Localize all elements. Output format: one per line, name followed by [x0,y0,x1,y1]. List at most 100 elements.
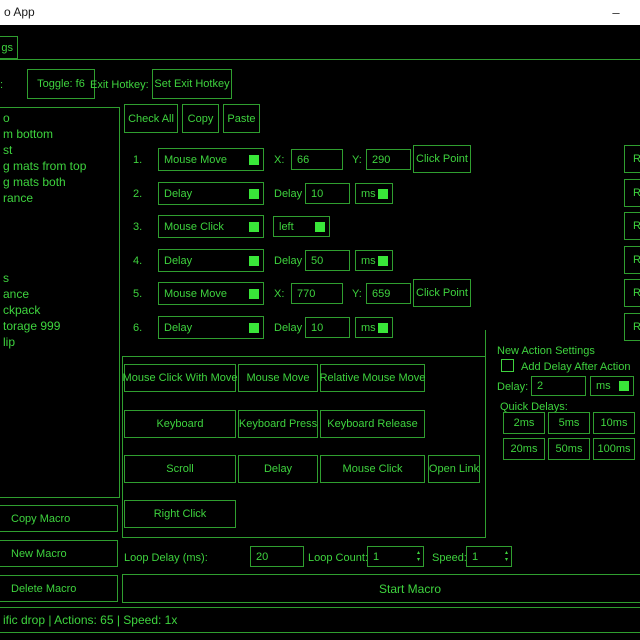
action-type-dropdown[interactable]: Mouse Move [158,148,264,171]
row-delay-label: Delay [274,254,302,268]
macro-list-item[interactable]: st [3,142,119,158]
settings-delay-unit-value: ms [596,380,611,392]
window-title: o App [4,5,35,19]
row-delay-unit-dropdown-value: ms [361,255,376,267]
loop-count-label: Loop Count: [308,551,368,565]
stepper-arrows-icon[interactable]: ▴▾ [505,548,508,565]
macro-list-item[interactable]: rance [3,190,119,206]
quick-delay-10ms-button[interactable]: 10ms [593,412,635,434]
macro-list-item[interactable] [3,254,119,270]
new-macro-button[interactable]: New Macro [0,540,118,567]
toggle-hotkey-label-fragment: : [0,78,3,92]
settings-delay-unit-dropdown[interactable]: ms [590,376,634,396]
remove-action-button[interactable]: R [624,279,640,307]
quick-delay-100ms-button[interactable]: 100ms [593,438,635,460]
row-delay-unit-dropdown-value: ms [361,322,376,334]
row-delay-input[interactable]: 50 [305,250,350,271]
macro-list-panel: om bottomstg mats from topg mats bothran… [0,107,120,498]
macro-list-item[interactable] [3,206,119,222]
action-row-number: 5. [133,287,142,301]
settings-delay-input[interactable]: 2 [531,376,586,396]
quick-delay-20ms-button[interactable]: 20ms [503,438,545,460]
remove-action-button[interactable]: R [624,313,640,341]
row-delay-input[interactable]: 10 [305,317,350,338]
action-rows-viewport: 1.Mouse MoveX:66Y:290Click PointR2.Delay… [122,140,640,345]
add-keyboard-button[interactable]: Keyboard [124,410,236,438]
copy-button[interactable]: Copy [182,104,219,133]
add-mouse-click-with-move-button[interactable]: Mouse Click With Move [124,364,236,392]
new-action-settings-title: New Action Settings [497,344,595,358]
macro-list-item[interactable]: g mats from top [3,158,119,174]
loop-count-stepper[interactable]: 1 ▴▾ [367,546,424,567]
action-type-dropdown-value: Mouse Move [164,288,227,300]
click-point-button[interactable]: Click Point [413,279,471,307]
macro-list[interactable]: om bottomstg mats from topg mats bothran… [0,108,119,350]
check-all-button[interactable]: Check All [124,104,178,133]
y-input[interactable]: 290 [366,149,411,170]
panel-separator [485,330,486,357]
minimize-button[interactable]: – [600,0,632,25]
add-mouse-move-button[interactable]: Mouse Move [238,364,318,392]
action-type-dropdown[interactable]: Delay [158,182,264,205]
macro-list-item[interactable]: o [3,110,119,126]
x-input[interactable]: 770 [291,283,343,304]
add-scroll-button[interactable]: Scroll [124,455,236,483]
quick-delay-5ms-button[interactable]: 5ms [548,412,590,434]
dropdown-square-icon [249,289,259,299]
toggle-hotkey-button[interactable]: Toggle: f6 [27,69,95,99]
tab-settings[interactable]: gs [0,36,18,59]
x-label: X: [274,287,284,301]
paste-button[interactable]: Paste [223,104,260,133]
loop-delay-input[interactable]: 20 [250,546,304,567]
status-bar: ific drop | Actions: 65 | Speed: 1x [0,607,640,633]
action-type-dropdown[interactable]: Delay [158,249,264,272]
action-type-dropdown[interactable]: Mouse Move [158,282,264,305]
add-keyboard-release-button[interactable]: Keyboard Release [320,410,425,438]
macro-list-item[interactable]: torage 999 [3,318,119,334]
action-type-dropdown[interactable]: Mouse Click [158,215,264,238]
set-exit-hotkey-button[interactable]: Set Exit Hotkey [152,69,232,99]
row-delay-label: Delay [274,187,302,201]
remove-action-button[interactable]: R [624,212,640,240]
y-label: Y: [352,287,362,301]
remove-action-button[interactable]: R [624,246,640,274]
y-label: Y: [352,153,362,167]
add-keyboard-press-button[interactable]: Keyboard Press [238,410,318,438]
remove-action-button[interactable]: R [624,145,640,173]
row-delay-input[interactable]: 10 [305,183,350,204]
macro-list-item[interactable]: g mats both [3,174,119,190]
row-delay-label: Delay [274,321,302,335]
quick-delay-2ms-button[interactable]: 2ms [503,412,545,434]
click-point-button[interactable]: Click Point [413,145,471,173]
speed-value: 1 [472,551,478,563]
macro-list-item[interactable]: ckpack [3,302,119,318]
add-relative-mouse-move-button[interactable]: Relative Mouse Move [320,364,425,392]
row-delay-unit-dropdown[interactable]: ms [355,183,393,204]
add-delay-button[interactable]: Delay [238,455,318,483]
macro-list-item[interactable]: lip [3,334,119,350]
add-delay-after-action-checkbox[interactable] [501,359,514,372]
macro-list-item[interactable] [3,222,119,238]
add-open-link-button[interactable]: Open Link [428,455,480,483]
start-macro-button[interactable]: Start Macro [122,574,640,603]
action-type-dropdown-value: Delay [164,255,192,267]
add-right-click-button[interactable]: Right Click [124,500,236,528]
macro-list-item[interactable]: ance [3,286,119,302]
mouse-button-dropdown[interactable]: left [273,216,330,237]
macro-list-item[interactable]: s [3,270,119,286]
row-delay-unit-dropdown[interactable]: ms [355,250,393,271]
x-input[interactable]: 66 [291,149,343,170]
macro-list-item[interactable] [3,238,119,254]
action-type-dropdown[interactable]: Delay [158,316,264,339]
copy-macro-button[interactable]: Copy Macro [0,505,118,532]
y-input[interactable]: 659 [366,283,411,304]
new-macro-label: New Macro [1,548,67,560]
remove-action-button[interactable]: R [624,179,640,207]
speed-stepper[interactable]: 1 ▴▾ [466,546,512,567]
stepper-arrows-icon[interactable]: ▴▾ [417,548,420,565]
quick-delay-50ms-button[interactable]: 50ms [548,438,590,460]
delete-macro-button[interactable]: Delete Macro [0,575,118,602]
macro-list-item[interactable]: m bottom [3,126,119,142]
row-delay-unit-dropdown[interactable]: ms [355,317,393,338]
add-mouse-click-button[interactable]: Mouse Click [320,455,425,483]
